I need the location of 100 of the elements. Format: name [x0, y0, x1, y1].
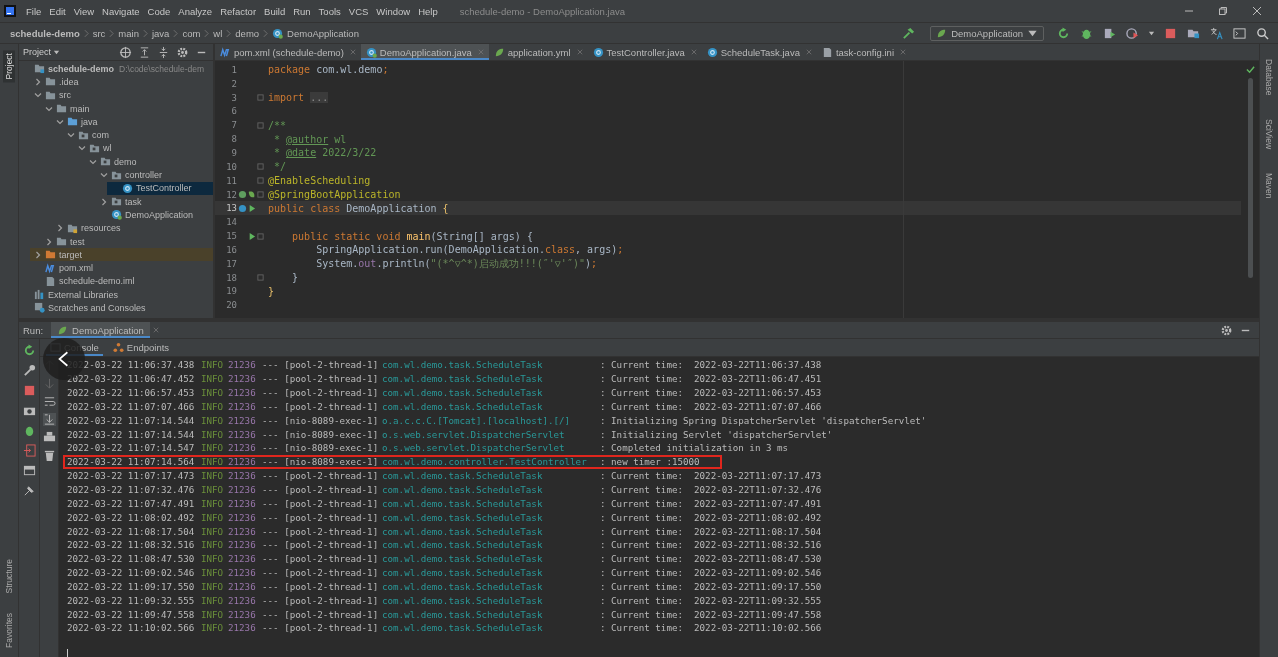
- tool-window-tab[interactable]: Project: [3, 50, 15, 83]
- tree-item[interactable]: External Libraries: [19, 288, 213, 302]
- rerun-icon[interactable]: [22, 344, 36, 357]
- menu-item[interactable]: View: [69, 5, 99, 17]
- menu-item[interactable]: Navigate: [98, 5, 144, 17]
- chevron-right-icon[interactable]: [34, 77, 42, 86]
- breadcrumb[interactable]: wl: [213, 27, 223, 39]
- scroll-to-end-icon[interactable]: [42, 413, 56, 426]
- tree-item[interactable]: schedule-demo.iml: [30, 274, 213, 289]
- close-icon[interactable]: [1252, 6, 1262, 16]
- exit-icon[interactable]: [22, 444, 36, 457]
- layout-icon[interactable]: [22, 464, 36, 477]
- trash-icon[interactable]: [42, 449, 56, 462]
- fold-marker-icon[interactable]: [257, 163, 264, 171]
- tree-item[interactable]: TestController: [107, 181, 213, 195]
- panel-title[interactable]: Project: [23, 47, 51, 57]
- tree-item[interactable]: test: [41, 234, 213, 249]
- editor-tab[interactable]: ScheduleTask.java: [701, 44, 817, 60]
- bean-run-icon[interactable]: [238, 203, 256, 213]
- wrench-icon[interactable]: [22, 364, 36, 377]
- code-line: public class DemoApplication {: [267, 202, 449, 214]
- tree-item[interactable]: java: [52, 115, 213, 129]
- tree-item[interactable]: schedule-demo D:\code\schedule-dem: [19, 62, 213, 76]
- library-icon: [34, 289, 45, 301]
- tool-window-tab[interactable]: Favorites: [3, 610, 15, 651]
- translate-icon[interactable]: [1210, 26, 1223, 40]
- menu-item[interactable]: Tools: [314, 5, 345, 17]
- search-icon[interactable]: [1256, 26, 1269, 40]
- editor-tab[interactable]: DemoApplication.java: [360, 44, 489, 60]
- tree-item[interactable]: DemoApplication: [96, 208, 213, 222]
- soft-wrap-icon[interactable]: [42, 395, 56, 408]
- fold-marker-icon[interactable]: [257, 177, 264, 185]
- menu-item[interactable]: Run: [289, 5, 315, 17]
- line-number: 17: [225, 258, 237, 269]
- fold-marker-icon[interactable]: [257, 232, 264, 240]
- breadcrumb[interactable]: DemoApplication: [287, 27, 359, 39]
- tree-item[interactable]: target: [30, 248, 213, 262]
- stop-icon[interactable]: [1164, 26, 1177, 40]
- dropdown-arrow-icon[interactable]: [1148, 29, 1155, 37]
- tree-item[interactable]: src: [30, 88, 213, 102]
- app-logo-icon: [4, 5, 16, 17]
- menu-item[interactable]: Help: [414, 5, 442, 17]
- editor-tab[interactable]: TestController.java: [587, 44, 702, 60]
- tree-item[interactable]: demo: [85, 155, 213, 169]
- scrollbar[interactable]: [1247, 78, 1253, 278]
- menu-item[interactable]: Window: [372, 5, 415, 17]
- expand-all-icon[interactable]: [138, 45, 151, 59]
- settings-icon[interactable]: [176, 45, 189, 59]
- pin-icon[interactable]: [22, 484, 36, 497]
- fold-marker-icon[interactable]: [257, 274, 264, 282]
- breadcrumb[interactable]: demo: [235, 27, 260, 39]
- breadcrumb[interactable]: main: [118, 27, 139, 39]
- tool-window-tab[interactable]: SciView: [1263, 116, 1275, 153]
- menu-item[interactable]: VCS: [344, 5, 373, 17]
- chevron-right-icon[interactable]: [100, 197, 108, 206]
- restore-icon[interactable]: [1218, 6, 1228, 16]
- bean-icon[interactable]: [238, 190, 256, 199]
- tree-item[interactable]: com: [63, 128, 213, 142]
- tool-window-tab[interactable]: Database: [1263, 56, 1275, 99]
- editor-tab[interactable]: pom.xml (schedule-demo): [215, 44, 361, 60]
- run-config-dropdown[interactable]: DemoApplication: [930, 25, 1044, 41]
- dropdown-arrow-icon[interactable]: [53, 48, 60, 56]
- breadcrumb[interactable]: com: [182, 27, 201, 39]
- breadcrumb[interactable]: schedule-demo: [10, 27, 80, 39]
- menu-item[interactable]: Refactor: [216, 5, 261, 17]
- console-tab[interactable]: Endpoints: [108, 339, 174, 356]
- tree-item[interactable]: .idea: [30, 75, 213, 89]
- menu-item[interactable]: Code: [143, 5, 175, 17]
- menu-item[interactable]: File: [22, 5, 46, 17]
- tree-item[interactable]: task: [96, 194, 213, 209]
- profiler-icon[interactable]: [1126, 26, 1139, 40]
- settings-icon[interactable]: [1220, 323, 1233, 337]
- coverage-icon[interactable]: [1103, 26, 1116, 40]
- fold-marker-icon[interactable]: [257, 191, 264, 198]
- collapse-all-icon[interactable]: [157, 45, 170, 59]
- tree-item[interactable]: resources: [52, 221, 213, 235]
- terminal-icon[interactable]: [1233, 26, 1246, 40]
- menu-item[interactable]: Analyze: [174, 5, 217, 17]
- breadcrumb[interactable]: java: [151, 27, 170, 39]
- stop-icon[interactable]: [22, 384, 36, 397]
- tree-item[interactable]: Scratches and Consoles: [19, 301, 213, 315]
- fold-marker-icon[interactable]: [257, 121, 264, 129]
- menu-item[interactable]: Build: [260, 5, 290, 17]
- fold-marker-icon[interactable]: [257, 94, 264, 102]
- tree-item[interactable]: main: [41, 101, 213, 116]
- editor-tab[interactable]: task-config.ini: [816, 44, 912, 60]
- tool-window-tab[interactable]: Maven: [1263, 170, 1275, 202]
- rerun-icon[interactable]: [1057, 26, 1070, 40]
- tree-item[interactable]: pom.xml: [30, 261, 213, 275]
- editor-tab[interactable]: application.yml: [488, 44, 588, 60]
- chevron-right-icon: [142, 28, 148, 38]
- tree-item[interactable]: controller: [96, 168, 213, 182]
- run-tab[interactable]: DemoApplication: [51, 322, 150, 338]
- breadcrumb[interactable]: src: [92, 27, 106, 39]
- tree-item[interactable]: wl: [74, 141, 213, 156]
- target-icon[interactable]: [119, 45, 132, 59]
- hammer-icon[interactable]: [902, 26, 916, 40]
- tool-window-tab[interactable]: Structure: [3, 555, 15, 597]
- print-icon[interactable]: [42, 431, 56, 444]
- menu-item[interactable]: Edit: [45, 5, 70, 17]
